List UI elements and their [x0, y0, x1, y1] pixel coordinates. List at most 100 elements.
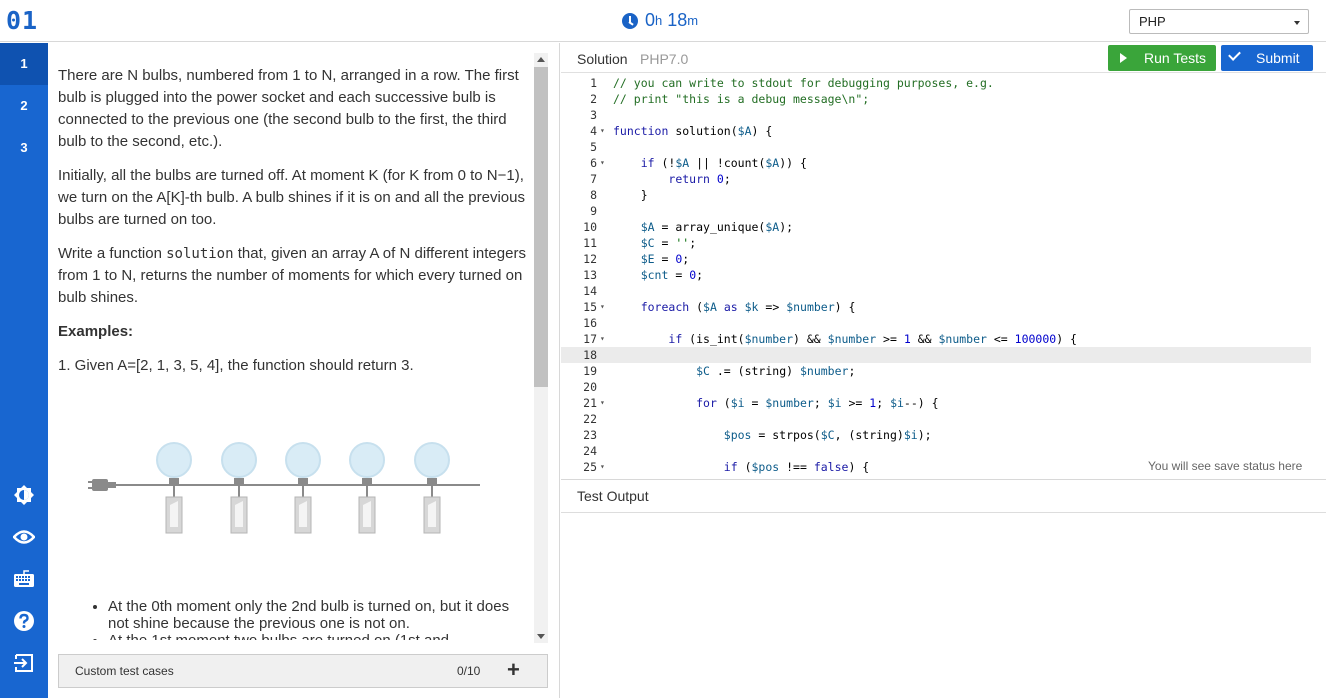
fold-arrow-icon[interactable]: ▾ [600, 155, 605, 171]
logo: 01 [6, 6, 39, 35]
check-icon [1228, 48, 1241, 61]
line-number: 24 [583, 444, 597, 458]
fold-arrow-icon[interactable]: ▾ [600, 459, 605, 475]
top-bar: 01 0 h 18 m PHP [0, 0, 1326, 42]
nav-task-2[interactable]: 2 [0, 85, 48, 127]
code-text: $cnt = 0; [640, 268, 704, 282]
code-line[interactable]: 6 ▾ if (!$A || !count($A)) { [561, 155, 1311, 171]
line-number: 23 [583, 428, 597, 442]
fold-arrow-icon[interactable]: ▾ [600, 395, 605, 411]
bulb-group [156, 442, 450, 534]
bullet-item: At the 0th moment only the 2nd bulb is t… [108, 598, 528, 632]
language-select[interactable]: PHP [1129, 9, 1309, 34]
brightness-icon[interactable] [12, 483, 36, 507]
editor-panel: Solution PHP7.0 Run Tests Submit 1 // you… [561, 43, 1326, 698]
code-line[interactable]: 19 $C .= (string) $number; [561, 363, 1311, 379]
code-line[interactable]: 7 return 0; [561, 171, 1311, 187]
code-line[interactable]: 9 [561, 203, 1311, 219]
fold-arrow-icon[interactable]: ▾ [600, 331, 605, 347]
nav-task-3[interactable]: 3 [0, 127, 48, 169]
task-paragraph-3: Write a function solution that, given an… [58, 243, 538, 309]
timer: 0 h 18 m [622, 10, 698, 31]
task-scrollbar[interactable] [534, 53, 548, 643]
task-text: Write a function [58, 245, 167, 262]
code-line[interactable]: 15 ▾ foreach ($A as $k => $number) { [561, 299, 1311, 315]
code-line[interactable]: 16 [561, 315, 1311, 331]
timer-minutes: 18 [667, 10, 688, 30]
timer-hours-unit: h [655, 13, 663, 28]
code-text: foreach ($A as $k => $number) { [640, 300, 856, 314]
run-tests-button[interactable]: Run Tests [1108, 45, 1216, 71]
line-number: 7 [590, 172, 597, 186]
scroll-up-icon[interactable] [537, 57, 545, 62]
code-line[interactable]: 22 [561, 411, 1311, 427]
code-line[interactable]: 21 ▾ for ($i = $number; $i >= 1; $i--) { [561, 395, 1311, 411]
code-text: $C = ''; [640, 236, 697, 250]
code-text: // you can write to stdout for debugging… [613, 76, 994, 90]
exit-icon[interactable] [12, 651, 36, 675]
editor-title: Solution [577, 51, 628, 67]
line-number: 17 [583, 332, 597, 346]
code-line[interactable]: 4 ▾ function solution($A) { [561, 123, 1311, 139]
code-line[interactable]: 3 [561, 107, 1311, 123]
divider [561, 512, 1326, 513]
line-number: 19 [583, 364, 597, 378]
code-line[interactable]: 11 $C = ''; [561, 235, 1311, 251]
scroll-down-icon[interactable] [537, 634, 545, 639]
eye-icon[interactable] [12, 525, 36, 549]
help-icon[interactable] [12, 609, 36, 633]
line-number: 4 [590, 124, 597, 138]
code-text: $C .= (string) $number; [696, 364, 856, 378]
task-paragraph-1: There are N bulbs, numbered from 1 to N,… [58, 67, 519, 150]
line-number: 13 [583, 268, 597, 282]
code-editor[interactable]: 1 // you can write to stdout for debuggin… [561, 74, 1326, 478]
line-number: 25 [583, 460, 597, 474]
test-output-label: Test Output [577, 488, 649, 504]
line-number: 18 [583, 348, 597, 362]
line-number: 21 [583, 396, 597, 410]
language-version: PHP7.0 [640, 51, 689, 67]
line-number: 11 [583, 236, 597, 250]
code-line[interactable]: 13 $cnt = 0; [561, 267, 1311, 283]
code-line[interactable]: 12 $E = 0; [561, 251, 1311, 267]
line-number: 2 [590, 92, 597, 106]
code-line[interactable]: 2 // print "this is a debug message\n"; [561, 91, 1311, 107]
nav-task-1[interactable]: 1 [0, 43, 48, 85]
function-name: solution [166, 246, 234, 262]
line-number: 8 [590, 188, 597, 202]
code-line[interactable]: 18 [561, 347, 1311, 363]
code-line[interactable]: 10 $A = array_unique($A); [561, 219, 1311, 235]
clock-icon [622, 12, 638, 29]
add-test-case-button[interactable]: + [507, 658, 520, 682]
custom-test-cases-count: 0/10 [457, 664, 481, 678]
code-line[interactable]: 1 // you can write to stdout for debuggin… [561, 75, 1311, 91]
language-value: PHP [1139, 14, 1166, 29]
code-line[interactable]: 14 [561, 283, 1311, 299]
code-line[interactable]: 24 [561, 443, 1311, 459]
fold-arrow-icon[interactable]: ▾ [600, 123, 605, 139]
code-line[interactable]: 8 } [561, 187, 1311, 203]
code-line[interactable]: 17 ▾ if (is_int($number) && $number >= 1 … [561, 331, 1311, 347]
timer-minutes-unit: m [687, 13, 699, 28]
fold-arrow-icon[interactable]: ▾ [600, 299, 605, 315]
submit-label: Submit [1256, 50, 1300, 66]
line-number: 16 [583, 316, 597, 330]
line-number: 1 [590, 76, 597, 90]
bullet-list: At the 0th moment only the 2nd bulb is t… [108, 598, 528, 640]
code-text: if (is_int($number) && $number >= 1 && $… [668, 332, 1077, 346]
code-line[interactable]: 20 [561, 379, 1311, 395]
submit-button[interactable]: Submit [1221, 45, 1313, 71]
code-text: } [613, 188, 648, 202]
bullet-item: At the 1st moment two bulbs are turned o… [108, 632, 528, 640]
scrollbar-thumb[interactable] [534, 67, 548, 387]
save-status: You will see save status here [1148, 459, 1303, 473]
task-body: There are N bulbs, numbered from 1 to N,… [58, 65, 538, 389]
code-line[interactable]: 5 [561, 139, 1311, 155]
test-output-panel: Test Output [561, 479, 1326, 698]
task-nav: 1 2 3 [0, 43, 48, 698]
code-line[interactable]: 23 $pos = strpos($C, (string)$i); [561, 427, 1311, 443]
line-number: 10 [583, 220, 597, 234]
keyboard-icon[interactable] [12, 567, 36, 591]
examples-heading: Examples: [58, 323, 134, 340]
custom-test-cases-bar[interactable]: Custom test cases 0/10 + [58, 654, 548, 688]
